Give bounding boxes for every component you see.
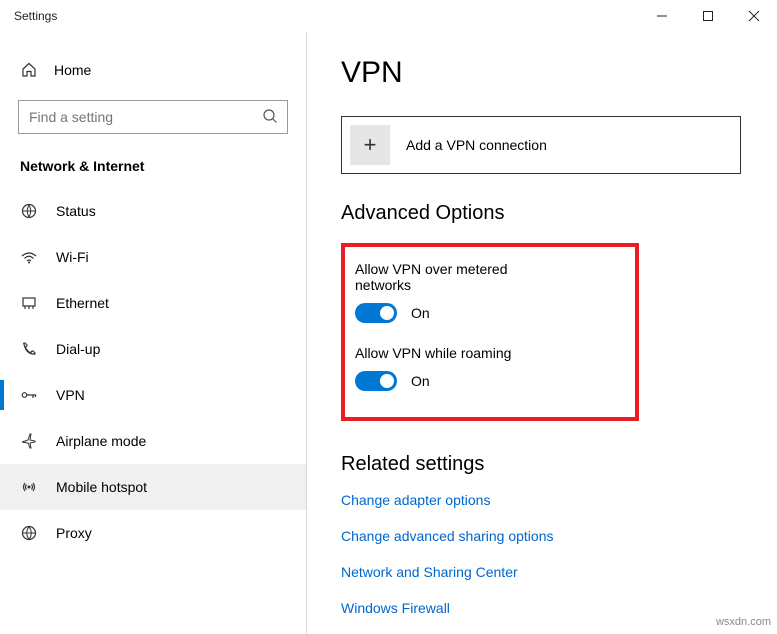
option-roaming-label: Allow VPN while roaming [355,345,515,361]
sidebar-item-ethernet[interactable]: Ethernet [0,280,306,326]
hotspot-icon [20,478,38,496]
link-firewall[interactable]: Windows Firewall [341,600,759,616]
dialup-icon [20,340,38,358]
home-button[interactable]: Home [0,50,306,90]
maximize-button[interactable] [685,0,731,32]
sidebar-item-label: Status [56,203,96,219]
watermark: wsxdn.com [716,616,771,628]
sidebar-item-dialup[interactable]: Dial-up [0,326,306,372]
home-label: Home [54,62,91,78]
plus-icon: + [350,125,390,165]
section-header: Network & Internet [0,158,306,174]
titlebar: Settings [0,0,777,32]
status-icon [20,202,38,220]
wifi-icon [20,248,38,266]
sidebar-item-proxy[interactable]: Proxy [0,510,306,556]
sidebar-item-wifi[interactable]: Wi-Fi [0,234,306,280]
search-wrap [18,100,288,134]
close-icon [748,10,760,22]
minimize-button[interactable] [639,0,685,32]
related-heading: Related settings [341,453,759,476]
advanced-options-heading: Advanced Options [341,202,759,225]
sidebar-item-status[interactable]: Status [0,188,306,234]
home-icon [20,61,38,79]
toggle-roaming[interactable] [355,371,397,391]
minimize-icon [656,10,668,22]
toggle-metered[interactable] [355,303,397,323]
add-vpn-button[interactable]: + Add a VPN connection [341,116,741,174]
sidebar-item-label: Mobile hotspot [56,479,147,495]
link-adapter-options[interactable]: Change adapter options [341,492,759,508]
proxy-icon [20,524,38,542]
sidebar-item-airplane[interactable]: Airplane mode [0,418,306,464]
sidebar-item-label: VPN [56,387,85,403]
vpn-icon [20,386,38,404]
option-metered-label: Allow VPN over metered networks [355,261,515,293]
search-input[interactable] [18,100,288,134]
advanced-options-highlight: Allow VPN over metered networks On Allow… [341,243,639,421]
sidebar-item-label: Dial-up [56,341,100,357]
link-network-center[interactable]: Network and Sharing Center [341,564,759,580]
close-button[interactable] [731,0,777,32]
window-controls [639,0,777,32]
sidebar-item-hotspot[interactable]: Mobile hotspot [0,464,306,510]
toggle-metered-state: On [411,305,430,321]
ethernet-icon [20,294,38,312]
add-vpn-label: Add a VPN connection [406,137,547,153]
toggle-roaming-state: On [411,373,430,389]
window-title: Settings [14,9,57,23]
search-icon [262,108,278,124]
related-settings: Related settings Change adapter options … [341,451,759,616]
page-title: VPN [341,56,759,90]
maximize-icon [702,10,714,22]
sidebar-item-label: Ethernet [56,295,109,311]
sidebar-item-label: Airplane mode [56,433,146,449]
sidebar: Home Network & Internet Status Wi-Fi E [0,32,307,634]
sidebar-item-label: Wi-Fi [56,249,89,265]
link-sharing-options[interactable]: Change advanced sharing options [341,528,759,544]
sidebar-item-vpn[interactable]: VPN [0,372,306,418]
main-content: VPN + Add a VPN connection Advanced Opti… [307,32,777,634]
airplane-icon [20,432,38,450]
sidebar-item-label: Proxy [56,525,92,541]
